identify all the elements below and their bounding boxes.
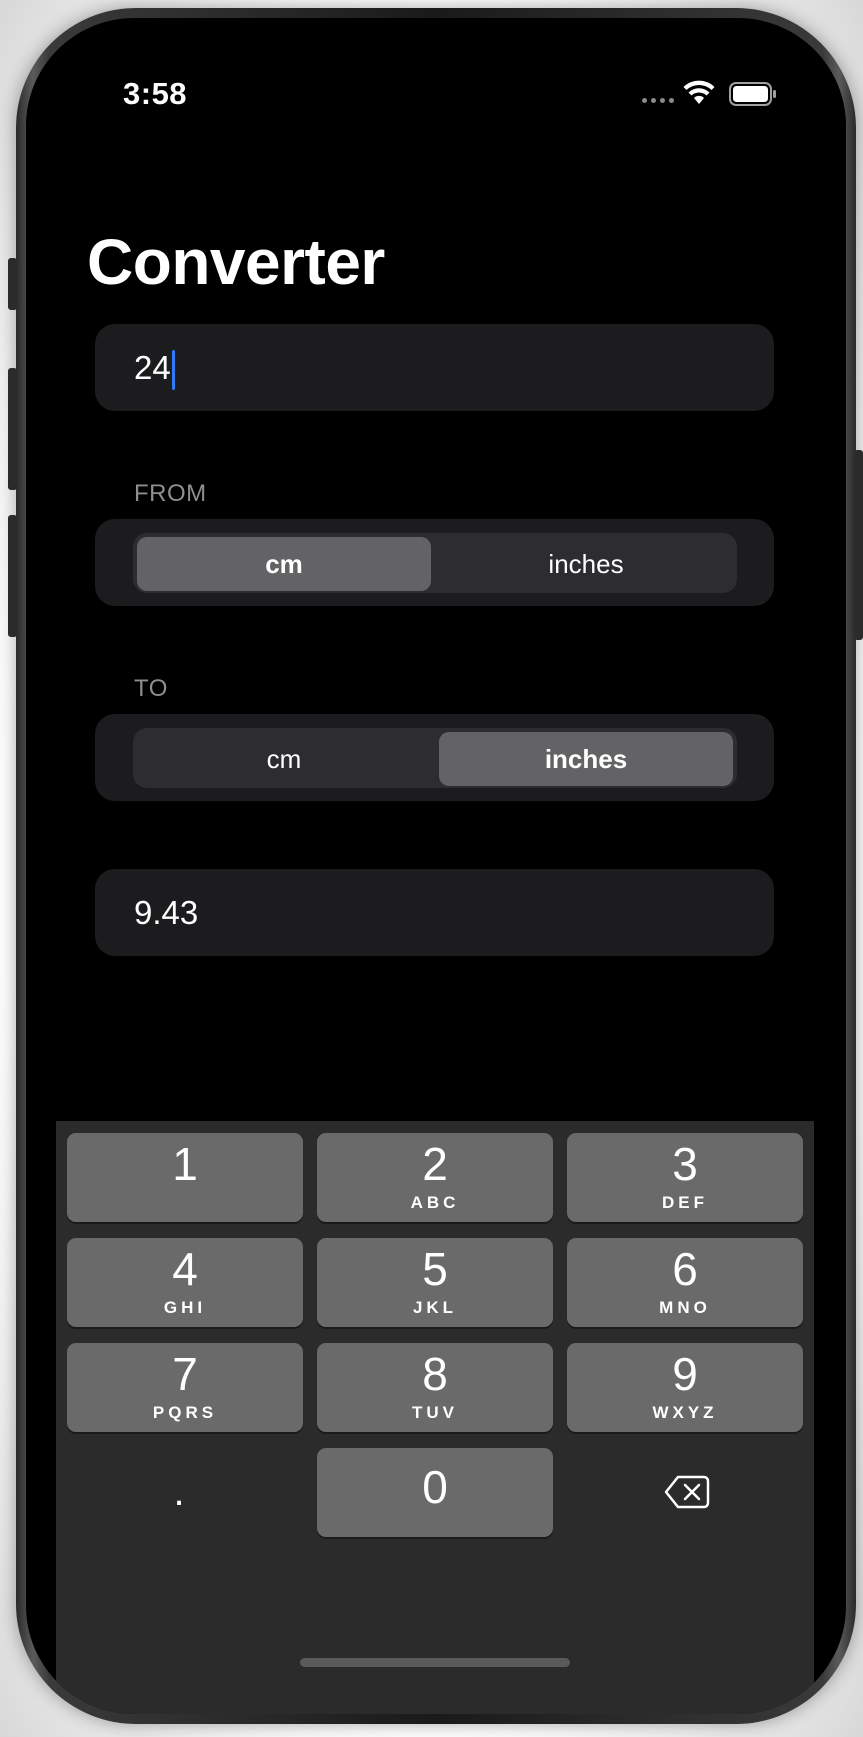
to-option-cm[interactable]: cm [137,732,431,786]
key-7-letters: PQRS [152,1403,218,1422]
key-8-letters: TUV [412,1403,458,1422]
key-9-letters: WXYZ [652,1403,718,1422]
mute-switch [8,258,17,310]
key-7[interactable]: 7 PQRS [67,1343,303,1432]
wifi-icon [683,80,715,104]
key-2-letters: ABC [410,1193,460,1212]
signal-dots-icon [642,98,674,103]
amount-input-value: 24 [134,349,171,386]
text-cursor [171,350,175,391]
key-0-digit: 0 [422,1461,448,1513]
key-2-digit: 2 [422,1138,448,1190]
result-field: 9.43 [95,869,774,956]
result-value: 9.43 [134,894,199,931]
key-1-digit: 1 [172,1138,198,1190]
power-button [854,450,863,640]
to-unit-picker: cm inches [133,728,737,788]
key-4-letters: GHI [163,1298,207,1317]
key-3-letters: DEF [662,1193,708,1212]
decimal-key-label: . [173,1470,185,1514]
key-0[interactable]: 0 [317,1448,553,1537]
key-9-digit: 9 [672,1348,698,1400]
phone-screen: 3:58 Converter 24 FROM cm inches TO cm i… [26,18,846,1714]
from-option-cm[interactable]: cm [137,537,431,591]
to-section-label: TO [134,675,168,702]
to-option-inches[interactable]: inches [439,732,733,786]
delete-backward-icon [664,1475,710,1509]
amount-input-text: 24 [134,324,175,411]
key-1[interactable]: 1 [67,1133,303,1222]
key-7-digit: 7 [172,1348,198,1400]
from-section-label: FROM [134,480,207,507]
volume-up-button [8,368,17,490]
numeric-keypad: 1 2 ABC 3 DEF 4 GHI 5 JKL 6 MNO 7 PQRS 8… [56,1121,814,1714]
home-indicator[interactable] [300,1658,570,1667]
to-unit-section: cm inches [95,714,774,801]
decimal-key[interactable]: . [61,1448,297,1537]
key-5-digit: 5 [422,1243,448,1295]
key-3-digit: 3 [672,1138,698,1190]
key-6[interactable]: 6 MNO [567,1238,803,1327]
key-8-digit: 8 [422,1348,448,1400]
amount-input[interactable]: 24 [95,324,774,411]
key-8[interactable]: 8 TUV [317,1343,553,1432]
status-time: 3:58 [123,76,188,111]
key-5-letters: JKL [412,1298,458,1317]
page-title: Converter [87,226,385,298]
key-4[interactable]: 4 GHI [67,1238,303,1327]
delete-key[interactable] [567,1448,803,1537]
key-9[interactable]: 9 WXYZ [567,1343,803,1432]
key-6-letters: MNO [659,1298,711,1317]
key-3[interactable]: 3 DEF [567,1133,803,1222]
key-6-digit: 6 [672,1243,698,1295]
from-unit-section: cm inches [95,519,774,606]
from-option-inches[interactable]: inches [439,537,733,591]
key-5[interactable]: 5 JKL [317,1238,553,1327]
key-2[interactable]: 2 ABC [317,1133,553,1222]
volume-down-button [8,515,17,637]
key-4-digit: 4 [172,1243,198,1295]
from-unit-picker: cm inches [133,533,737,593]
battery-icon [729,82,776,106]
